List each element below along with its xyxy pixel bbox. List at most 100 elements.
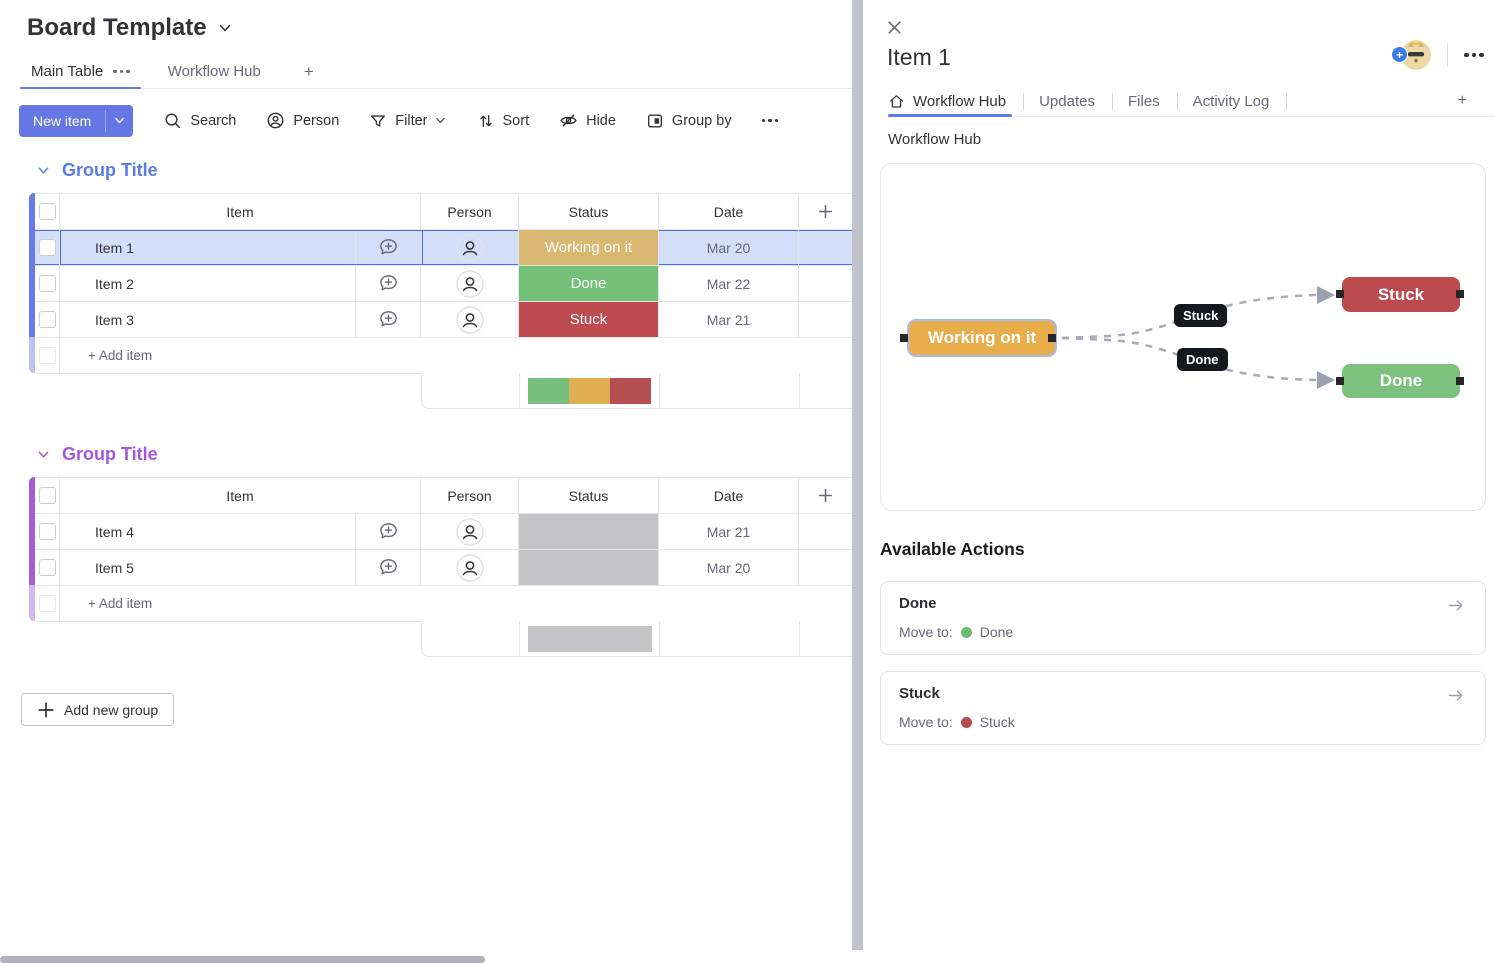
table-row[interactable]: Item 2 Done Mar 22	[35, 266, 852, 302]
column-header-status[interactable]: Status	[519, 194, 659, 229]
status-cell[interactable]	[519, 550, 659, 585]
select-all-checkbox[interactable]	[35, 478, 60, 513]
board-title-menu[interactable]: Board Template	[27, 14, 233, 42]
edge-label-done[interactable]: Done	[1177, 348, 1228, 371]
row-checkbox[interactable]	[35, 302, 60, 337]
sort-icon	[477, 112, 495, 130]
person-cell[interactable]	[421, 514, 519, 549]
action-card-stuck[interactable]: Stuck Move to: Stuck	[880, 671, 1486, 745]
item-cell[interactable]: Item 4	[60, 514, 356, 549]
add-update-button[interactable]	[356, 550, 421, 585]
table-row[interactable]: Item 1 Working on it Mar 20	[35, 230, 852, 266]
status-summary-cell[interactable]	[520, 373, 660, 408]
workflow-diagram-canvas[interactable]: Working on it Stuck Done Stuck Done	[880, 163, 1486, 511]
new-item-button[interactable]: New item	[19, 105, 133, 137]
action-card-done[interactable]: Done Move to: Done	[880, 581, 1486, 655]
add-update-button[interactable]	[356, 266, 421, 301]
group-collapse-icon[interactable]	[36, 447, 51, 462]
row-checkbox[interactable]	[35, 230, 60, 265]
column-header-item[interactable]: Item	[60, 478, 421, 513]
add-column-button[interactable]	[799, 478, 852, 513]
column-header-date[interactable]: Date	[659, 194, 799, 229]
column-header-person[interactable]: Person	[421, 194, 519, 229]
tab-workflow-hub[interactable]: Workflow Hub	[157, 55, 272, 88]
column-header-person[interactable]: Person	[421, 478, 519, 513]
item-cell[interactable]: Item 1	[60, 230, 356, 265]
status-cell[interactable]: Working on it	[519, 230, 659, 265]
row-checkbox[interactable]	[35, 266, 60, 301]
add-new-group-button[interactable]: Add new group	[21, 693, 174, 726]
person-cell[interactable]	[421, 302, 519, 337]
add-update-button[interactable]	[356, 514, 421, 549]
table-row[interactable]: Item 5 Mar 20	[35, 550, 852, 586]
status-cell[interactable]: Stuck	[519, 302, 659, 337]
table-row[interactable]: Item 3 Stuck Mar 21	[35, 302, 852, 338]
panel-resize-divider[interactable]	[852, 0, 863, 950]
tab-menu-icon[interactable]	[113, 70, 130, 74]
add-column-button[interactable]	[799, 194, 852, 229]
table-row[interactable]: Item 4 Mar 21	[35, 514, 852, 550]
person-cell[interactable]	[421, 550, 519, 585]
close-icon[interactable]	[886, 19, 903, 36]
active-tab-underline	[888, 114, 1012, 117]
sort-button[interactable]: Sort	[477, 112, 530, 130]
row-checkbox[interactable]	[35, 550, 60, 585]
add-item-row[interactable]: + Add item	[35, 586, 852, 622]
add-tab-button[interactable]: +	[1458, 86, 1467, 116]
column-header-item[interactable]: Item	[60, 194, 421, 229]
tab-workflow-hub[interactable]: Workflow Hub	[888, 86, 1008, 116]
date-cell[interactable]: Mar 20	[659, 230, 799, 265]
edge-label-stuck[interactable]: Stuck	[1174, 304, 1227, 327]
item-more-button[interactable]	[1464, 53, 1484, 58]
add-update-button[interactable]	[356, 302, 421, 337]
date-cell[interactable]: Mar 22	[659, 266, 799, 301]
connector-handle[interactable]	[1456, 377, 1464, 385]
board-title: Board Template	[27, 14, 207, 42]
tab-files[interactable]: Files	[1128, 86, 1162, 116]
connector-handle[interactable]	[1456, 290, 1464, 298]
date-cell[interactable]: Mar 20	[659, 550, 799, 585]
group-collapse-icon[interactable]	[36, 163, 51, 178]
tab-activity-log[interactable]: Activity Log	[1193, 86, 1272, 116]
add-item-row[interactable]: + Add item	[35, 338, 852, 374]
tab-main-table[interactable]: Main Table	[20, 55, 141, 88]
person-filter-button[interactable]: Person	[266, 111, 339, 130]
item-cell[interactable]: Item 3	[60, 302, 356, 337]
workflow-node-done[interactable]: Done	[1342, 364, 1460, 398]
connector-handle[interactable]	[1048, 334, 1056, 342]
invite-plus-badge[interactable]: +	[1391, 46, 1408, 63]
arrow-right-icon[interactable]	[1446, 686, 1465, 705]
workflow-node-working-on-it[interactable]: Working on it	[907, 319, 1057, 357]
group-header[interactable]: Group Title	[36, 444, 158, 465]
hide-button[interactable]: Hide	[559, 111, 616, 130]
date-cell[interactable]: Mar 21	[659, 302, 799, 337]
status-summary-cell[interactable]	[520, 621, 660, 656]
item-cell[interactable]: Item 2	[60, 266, 356, 301]
arrow-right-icon[interactable]	[1446, 596, 1465, 615]
status-cell[interactable]: Done	[519, 266, 659, 301]
person-cell[interactable]	[421, 230, 519, 265]
column-header-status[interactable]: Status	[519, 478, 659, 513]
search-button[interactable]: Search	[163, 111, 236, 130]
date-cell[interactable]: Mar 21	[659, 514, 799, 549]
column-header-date[interactable]: Date	[659, 478, 799, 513]
new-item-dropdown[interactable]	[106, 105, 133, 137]
group-header[interactable]: Group Title	[36, 160, 158, 181]
row-checkbox[interactable]	[35, 514, 60, 549]
filter-button[interactable]: Filter	[369, 112, 446, 130]
item-cell[interactable]: Item 5	[60, 550, 356, 585]
status-cell[interactable]	[519, 514, 659, 549]
workflow-node-stuck[interactable]: Stuck	[1342, 277, 1460, 312]
toolbar-more-button[interactable]	[762, 119, 779, 123]
select-all-checkbox[interactable]	[35, 194, 60, 229]
connector-handle[interactable]	[1336, 290, 1344, 298]
person-cell[interactable]	[421, 266, 519, 301]
connector-handle[interactable]	[900, 334, 908, 342]
connector-handle[interactable]	[1336, 377, 1344, 385]
horizontal-scrollbar[interactable]	[0, 956, 485, 963]
group-by-button[interactable]: Group by	[646, 112, 732, 130]
add-tab-button[interactable]: +	[290, 55, 328, 88]
chevron-down-icon[interactable]	[434, 114, 447, 127]
tab-updates[interactable]: Updates	[1039, 86, 1097, 116]
add-update-button[interactable]	[356, 230, 421, 265]
